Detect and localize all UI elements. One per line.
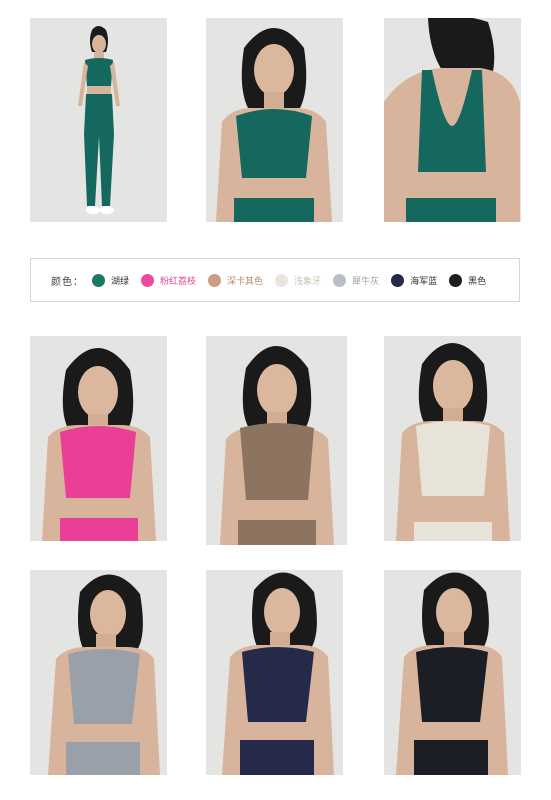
model-front-image <box>206 18 343 222</box>
product-photo-dark-khaki[interactable] <box>206 336 347 545</box>
bottoms <box>414 522 492 541</box>
product-photo-navy[interactable] <box>206 570 343 775</box>
color-name: 湖绿 <box>111 276 130 287</box>
product-photo-light-ivory[interactable] <box>384 336 521 541</box>
color-option-lake-green[interactable]: 湖绿 <box>92 273 130 287</box>
model-back-image <box>384 18 521 222</box>
color-option-black[interactable]: 黑色 <box>449 273 487 287</box>
model-front-image <box>206 570 343 775</box>
model-front-image <box>30 336 167 541</box>
bottoms <box>66 742 140 775</box>
color-option-dark-khaki[interactable]: 深卡其色 <box>208 273 264 287</box>
color-swatch <box>333 273 347 287</box>
bottoms <box>240 740 314 775</box>
color-option-light-ivory[interactable]: 浅象牙 <box>275 273 322 287</box>
bottoms <box>406 198 496 222</box>
top <box>68 649 140 724</box>
color-swatch <box>391 273 405 287</box>
top <box>236 109 312 178</box>
bottoms <box>238 520 316 545</box>
color-name: 黑色 <box>468 276 487 287</box>
product-photo-lake-green-full[interactable] <box>30 18 167 222</box>
top <box>60 426 136 498</box>
color-selector: 颜色： 湖绿 粉红荔枝 深卡其色 浅象牙 犀牛灰 海军蓝 黑色 <box>30 258 520 302</box>
color-label: 颜色： <box>51 276 84 288</box>
model-front-image <box>384 570 521 775</box>
color-option-rhino-grey[interactable]: 犀牛灰 <box>333 273 380 287</box>
product-photo-pink-lychee[interactable] <box>30 336 167 541</box>
color-swatch <box>275 273 289 287</box>
product-photo-lake-green-front[interactable] <box>206 18 343 222</box>
bottoms <box>414 740 488 775</box>
color-swatch <box>208 273 222 287</box>
color-name: 粉红荔枝 <box>160 276 197 287</box>
color-option-pink-lychee[interactable]: 粉红荔枝 <box>141 273 197 287</box>
top <box>416 421 490 496</box>
top <box>416 647 488 722</box>
model-full-body-image <box>30 18 167 222</box>
product-photo-rhino-grey[interactable] <box>30 570 167 775</box>
color-name: 海军蓝 <box>410 276 438 287</box>
product-photo-black[interactable] <box>384 570 521 775</box>
bottoms <box>60 518 138 541</box>
top <box>85 58 113 86</box>
model-front-image <box>30 570 167 775</box>
bottoms <box>234 198 314 222</box>
color-name: 深卡其色 <box>227 276 264 287</box>
color-swatch <box>449 273 463 287</box>
product-photo-lake-green-back[interactable] <box>384 18 521 222</box>
color-swatch <box>92 273 105 287</box>
color-option-navy[interactable]: 海军蓝 <box>391 273 438 287</box>
top <box>242 647 314 722</box>
color-name: 浅象牙 <box>294 276 322 287</box>
top <box>240 423 314 500</box>
color-swatch <box>141 273 155 287</box>
model-front-image <box>206 336 347 545</box>
color-name: 犀牛灰 <box>352 276 380 287</box>
model-front-image <box>384 336 521 541</box>
